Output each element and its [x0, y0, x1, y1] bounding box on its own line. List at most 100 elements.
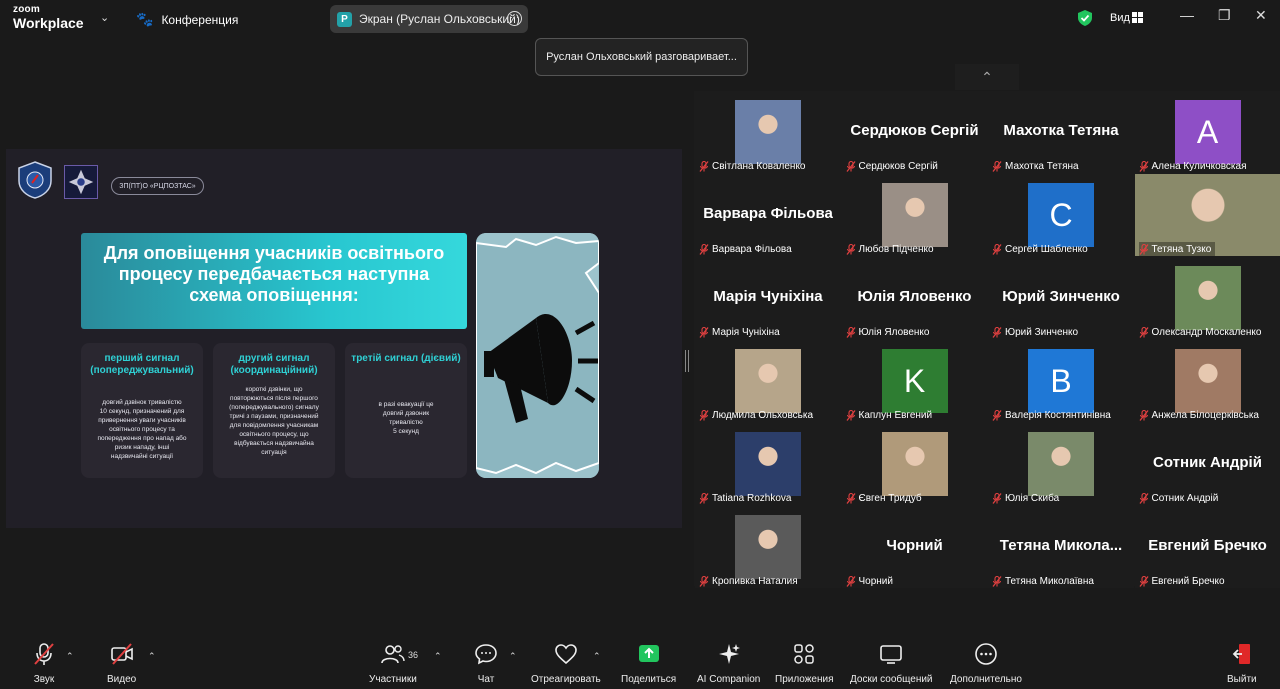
signal-card-title: другий сигнал (координаційний) [230, 353, 318, 376]
signal-card-body: довгий дзвінок тривалістю 10 секунд, при… [97, 399, 187, 460]
speaking-text: Руслан Ольховський разговаривает... [546, 51, 737, 63]
rescue-service-emblem-icon [64, 165, 98, 199]
ai-companion-button[interactable]: AI Companion [697, 642, 760, 685]
share-screen-icon [638, 645, 659, 662]
participant-tile[interactable]: Сотник Андрій Сотник Андрій [1134, 423, 1280, 505]
minimize-icon[interactable]: — [1180, 7, 1194, 23]
participant-tile[interactable]: Варвара Фільова Варвара Фільова [695, 174, 841, 256]
muted-mic-icon [1138, 326, 1149, 338]
meeting-toolbar: Звук ⌃ Видео ⌃ Участники 36 ⌃ Чат ⌃ Отре… [0, 637, 1280, 689]
participants-caret-icon[interactable]: ⌃ [434, 651, 442, 662]
muted-mic-icon [992, 326, 1002, 338]
muted-mic-icon [699, 492, 709, 504]
leave-button[interactable]: Выйти [1227, 642, 1257, 685]
video-button[interactable]: Видео [107, 642, 136, 685]
participants-button[interactable]: Участники [369, 642, 417, 685]
participant-tile[interactable]: Юлія Скиба [988, 423, 1134, 505]
screen-share-tab[interactable]: P Экран (Руслан Ольховський) ··· [330, 5, 528, 33]
slide-headline-box: Для оповіщення учасників освітнього проц… [81, 233, 467, 329]
collapse-gallery-button[interactable]: ⌃ [955, 64, 1019, 90]
participant-tile[interactable]: Кропивка Наталия [695, 506, 841, 588]
muted-mic-icon [1138, 409, 1149, 421]
participant-name: Любов Підченко [858, 243, 934, 255]
sharer-avatar: P [337, 11, 352, 27]
participant-tile[interactable]: Tatiana Rozhkova [695, 423, 841, 505]
chevron-down-icon[interactable]: ⌄ [100, 11, 109, 24]
participant-tile[interactable]: Анжела Білоцерківська [1134, 340, 1280, 422]
restore-icon[interactable]: ❐ [1218, 7, 1231, 24]
participant-name-bar: Махотка Тетяна [992, 159, 1079, 173]
participant-tile[interactable]: B Валерія Костянтинівна [988, 340, 1134, 422]
participant-name-bar: Алена Куличковская [1138, 159, 1247, 173]
share-button[interactable]: Поделиться [621, 642, 676, 685]
participant-photo [735, 432, 801, 496]
shared-screen: ЗП(ПТ)О «РЦПОЗТАС» Для оповіщення учасни… [6, 149, 682, 528]
participant-tile[interactable]: Світлана Коваленко [695, 91, 841, 173]
view-button[interactable]: Вид [1110, 12, 1130, 24]
participant-display-name: Юлія Яловенко [857, 288, 972, 305]
participant-photo [881, 432, 948, 496]
more-button[interactable]: Дополнительно [950, 642, 1022, 685]
audio-button[interactable]: Звук [32, 642, 56, 685]
participant-tile[interactable]: Людмила Ольховська [695, 340, 841, 422]
video-label: Видео [107, 674, 137, 685]
participant-display-name: Евгений Бречко [1148, 537, 1267, 554]
title-bar: zoom Workplace ⌄ 🐾 Конференция P Экран (… [0, 0, 1280, 38]
participant-name-bar: Олександр Москаленко [1138, 325, 1261, 339]
participant-tile[interactable]: Сердюков Сергій Сердюков Сергій [841, 91, 988, 173]
grid-view-icon[interactable] [1132, 12, 1143, 23]
chat-caret-icon[interactable]: ⌃ [509, 651, 517, 662]
encryption-shield-icon[interactable] [1078, 10, 1092, 26]
signal-card-2: другий сигнал (координаційний) короткі д… [213, 343, 335, 478]
logo-bottom-text: Workplace [13, 15, 84, 31]
participant-name: Людмила Ольховська [712, 409, 814, 421]
participant-name-bar: Юлія Скиба [992, 491, 1059, 505]
participant-name-bar: Юрий Зинченко [992, 325, 1078, 339]
audio-options-caret-icon[interactable]: ⌃ [66, 651, 74, 662]
muted-mic-icon [1138, 575, 1149, 587]
participant-tile[interactable]: Тетяна Микола... Тетяна Миколаївна [988, 506, 1134, 588]
participant-tile[interactable]: Евгений Бречко Евгений Бречко [1134, 506, 1280, 588]
chat-button[interactable]: Чат [474, 642, 498, 685]
video-options-caret-icon[interactable]: ⌃ [148, 651, 156, 662]
participant-tile[interactable]: Олександр Москаленко [1134, 257, 1280, 339]
whiteboard-icon [880, 645, 903, 664]
participant-photo [1174, 349, 1241, 413]
participant-tile[interactable]: Тетяна Тузко [1134, 174, 1280, 256]
participant-tile[interactable]: Любов Підченко [841, 174, 988, 256]
muted-mic-icon [992, 160, 1002, 172]
close-icon[interactable]: ✕ [1255, 7, 1267, 24]
muted-mic-icon [845, 492, 856, 504]
participant-display-name: Махотка Тетяна [1003, 122, 1119, 139]
speaking-notification: Руслан Ольховський разговаривает... [535, 38, 748, 76]
participant-name-bar: Любов Підченко [845, 242, 934, 256]
participant-display-name: Сотник Андрій [1153, 454, 1262, 471]
participant-name-bar: Євген Тридуб [845, 491, 922, 505]
participant-tile[interactable]: Євген Тридуб [841, 423, 988, 505]
participant-name-bar: Чорний [845, 574, 893, 588]
participant-tile[interactable]: K Каплун Евгений [841, 340, 988, 422]
participant-name: Tatiana Rozhkova [712, 492, 792, 504]
more-icon [975, 643, 997, 665]
participant-tile[interactable]: Марія Чуніхіна Марія Чуніхіна [695, 257, 841, 339]
participant-tile[interactable]: Чорний Чорний [841, 506, 988, 588]
signal-card-body: короткі дзвінки, що повторюються після п… [229, 386, 319, 456]
participant-tile[interactable]: Махотка Тетяна Махотка Тетяна [988, 91, 1134, 173]
participant-tile[interactable]: Юлія Яловенко Юлія Яловенко [841, 257, 988, 339]
react-caret-icon[interactable]: ⌃ [593, 651, 601, 662]
meeting-info-button[interactable]: 🐾 Конференция [136, 11, 238, 28]
participant-name-bar: Сергей Шабленко [992, 242, 1088, 256]
apps-button[interactable]: Приложения [775, 642, 834, 685]
participant-tile[interactable]: A Алена Куличковская [1134, 91, 1280, 173]
more-options-icon[interactable]: ··· [507, 11, 522, 26]
participant-name-bar: Тетяна Тузко [1138, 242, 1216, 256]
participant-gallery: Світлана Коваленко Сердюков Сергій Сердюко… [694, 91, 1280, 588]
react-button[interactable]: Отреагировать [531, 642, 601, 685]
react-label: Отреагировать [531, 674, 601, 685]
panel-resize-handle[interactable] [685, 350, 689, 372]
participant-tile[interactable]: C Сергей Шабленко [988, 174, 1134, 256]
participant-name-bar: Світлана Коваленко [699, 159, 806, 173]
participant-tile[interactable]: Юрий Зинченко Юрий Зинченко [988, 257, 1134, 339]
whiteboards-button[interactable]: Доски сообщений [850, 642, 933, 685]
participant-name-bar: Кропивка Наталия [699, 574, 798, 588]
